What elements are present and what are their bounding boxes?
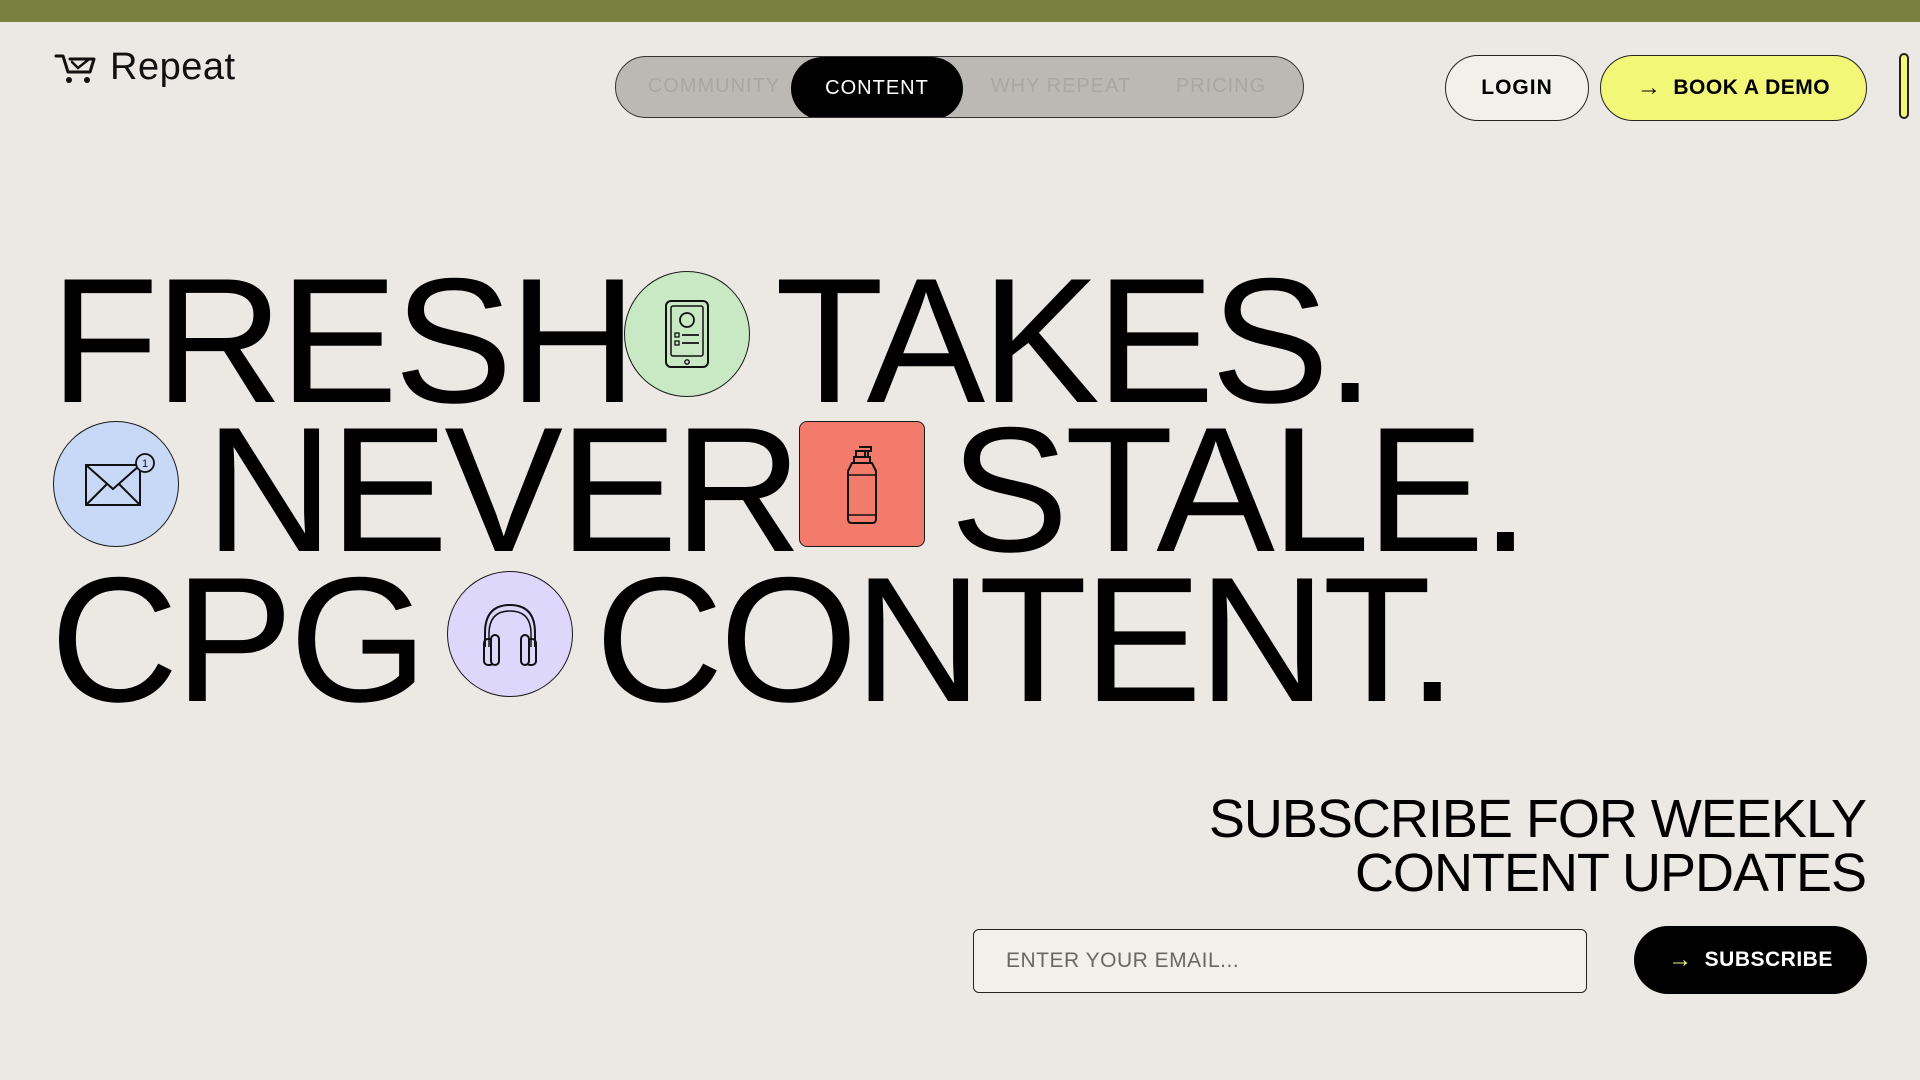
- subscribe-button-label: SUBSCRIBE: [1704, 948, 1833, 971]
- subscribe-heading: SUBSCRIBE FOR WEEKLY CONTENT UPDATES: [1066, 789, 1867, 903]
- headphones-badge: [447, 571, 573, 697]
- headline-word: CPG: [50, 540, 428, 739]
- arrow-right-icon: →: [1668, 946, 1693, 973]
- hero-headline: FRESH TAKES. 1 NEVER STALE. CPG CONTENT.: [0, 0, 1920, 729]
- spray-bottle-badge: [799, 421, 925, 547]
- mail-icon: 1: [85, 453, 155, 506]
- headphones-icon: [483, 603, 537, 666]
- email-input[interactable]: [973, 929, 1587, 993]
- headline-word: CONTENT.: [595, 540, 1457, 739]
- mail-badge: 1: [53, 421, 179, 547]
- mail-count: 1: [142, 458, 148, 470]
- subscribe-heading-line1: SUBSCRIBE FOR WEEKLY: [1208, 789, 1867, 849]
- tablet-badge: [624, 271, 750, 397]
- spray-bottle-icon: [847, 446, 877, 524]
- tablet-icon: [665, 300, 709, 368]
- subscribe-button[interactable]: → SUBSCRIBE: [1634, 926, 1867, 994]
- subscribe-heading-line2: CONTENT UPDATES: [1354, 843, 1867, 903]
